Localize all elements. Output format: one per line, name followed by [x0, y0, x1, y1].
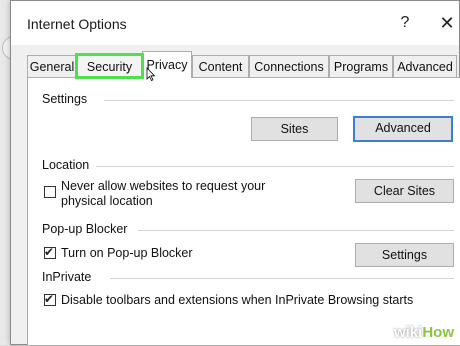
- location-heading: Location: [42, 158, 90, 172]
- tab-strip: General Security Privacy Content Connect…: [27, 51, 460, 79]
- sites-button[interactable]: Sites: [251, 117, 338, 141]
- never-allow-location-label-line1: Never allow websites to request your: [61, 179, 266, 193]
- tab-content[interactable]: Content: [192, 55, 249, 77]
- settings-heading: Settings: [42, 92, 88, 106]
- checkmark-icon: ✔: [44, 292, 55, 306]
- popup-blocker-heading: Pop-up Blocker: [42, 222, 128, 236]
- dialog-title: Internet Options: [27, 16, 127, 32]
- never-allow-location-checkbox[interactable]: [44, 186, 56, 198]
- inprivate-heading: InPrivate: [42, 270, 92, 284]
- wikihow-watermark: wikiHow: [393, 324, 454, 341]
- turn-on-popup-blocker-option[interactable]: ✔ Turn on Pop-up Blocker: [44, 245, 304, 262]
- turn-on-popup-blocker-label: Turn on Pop-up Blocker: [61, 246, 193, 260]
- help-button[interactable]: ?: [393, 11, 417, 35]
- mouse-cursor-icon: [146, 67, 156, 81]
- clear-sites-button[interactable]: Clear Sites: [355, 179, 454, 203]
- advanced-button[interactable]: Advanced: [353, 116, 453, 142]
- turn-on-popup-blocker-checkbox[interactable]: ✔: [44, 245, 56, 259]
- title-bar: Internet Options ? ✕: [11, 1, 459, 45]
- tab-connections[interactable]: Connections: [249, 55, 329, 77]
- location-divider: [96, 166, 454, 167]
- tab-advanced[interactable]: Advanced: [393, 55, 457, 77]
- disable-toolbars-label: Disable toolbars and extensions when InP…: [61, 293, 414, 307]
- privacy-tab-panel: Settings Sites Advanced Location Never a…: [27, 77, 460, 346]
- popup-settings-button[interactable]: Settings: [355, 243, 454, 267]
- never-allow-location-label-line2: physical location: [61, 194, 153, 208]
- disable-toolbars-checkbox[interactable]: ✔: [44, 292, 56, 306]
- disable-toolbars-option[interactable]: ✔ Disable toolbars and extensions when I…: [44, 292, 454, 309]
- tab-programs[interactable]: Programs: [329, 55, 393, 77]
- tab-security[interactable]: Security: [75, 53, 144, 79]
- settings-divider: [104, 100, 454, 101]
- popup-blocker-divider: [138, 230, 454, 231]
- never-allow-location-option[interactable]: Never allow websites to request your phy…: [44, 179, 324, 211]
- tab-general[interactable]: General: [27, 55, 77, 77]
- close-button[interactable]: ✕: [435, 11, 459, 35]
- internet-options-dialog: Internet Options ? ✕ General Security Pr…: [10, 0, 460, 346]
- inprivate-divider: [110, 278, 454, 279]
- checkmark-icon: ✔: [44, 245, 55, 259]
